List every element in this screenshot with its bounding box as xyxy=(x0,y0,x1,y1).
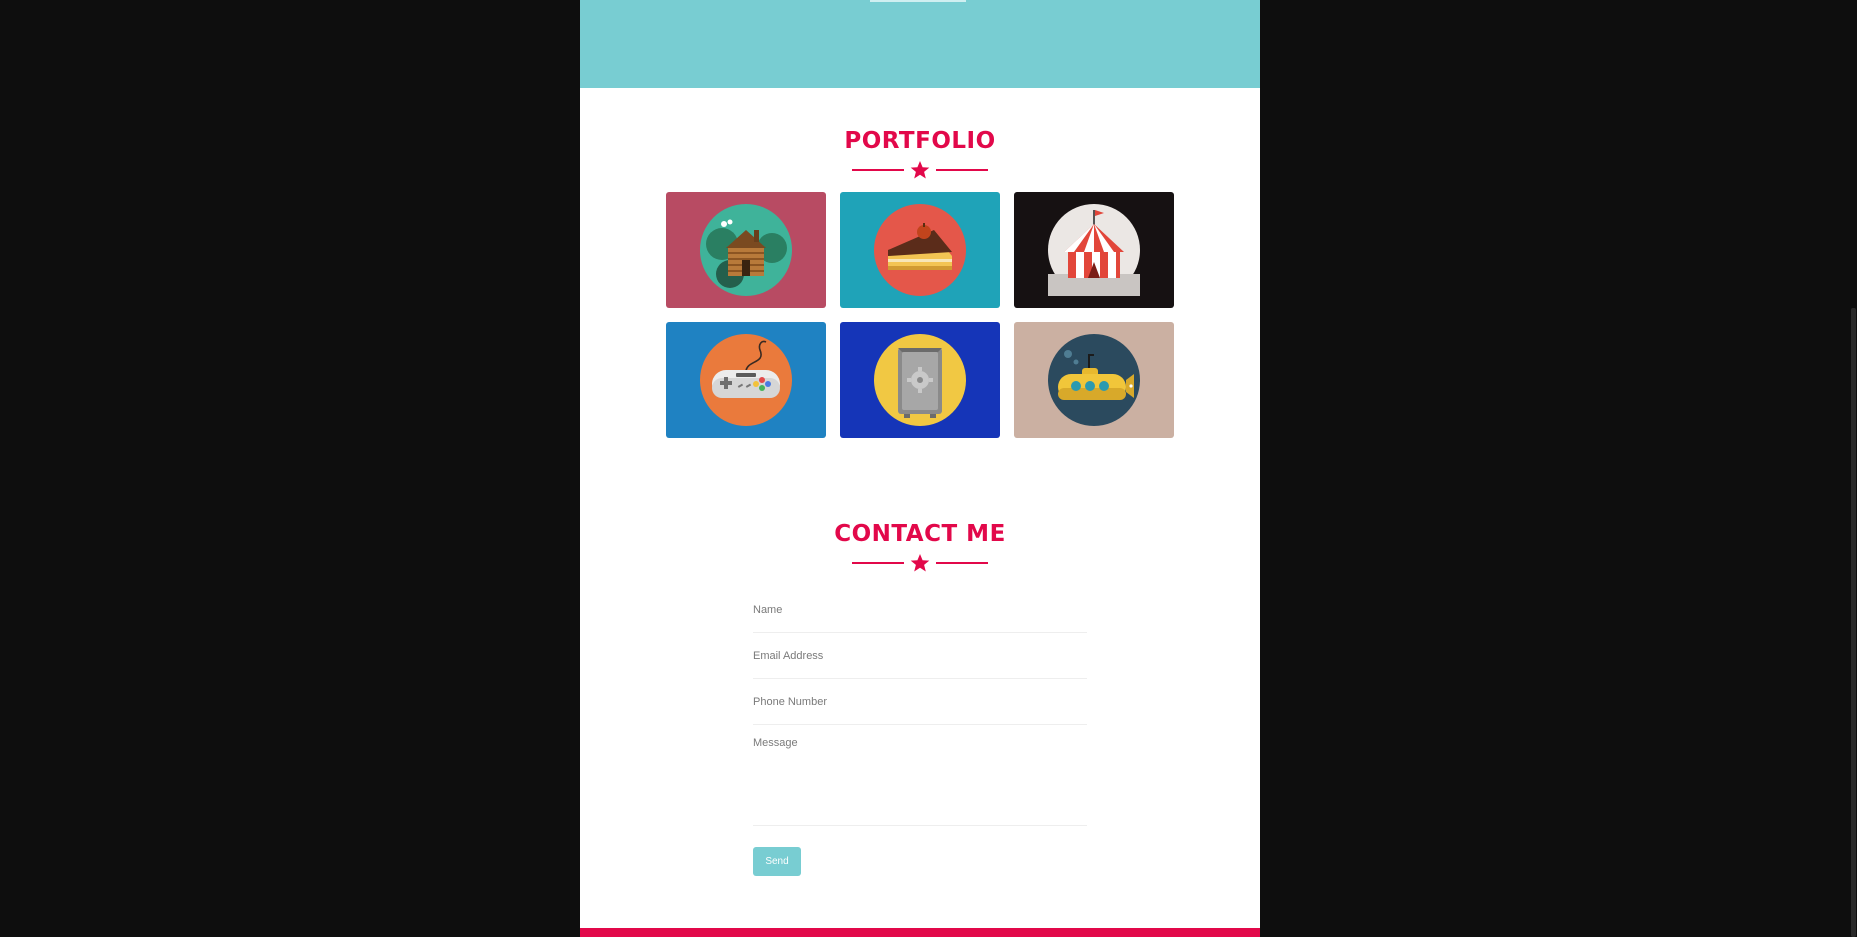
email-field[interactable] xyxy=(753,634,1087,679)
name-field[interactable] xyxy=(753,588,1087,633)
portfolio-item-controller[interactable] xyxy=(666,322,826,438)
hero-banner xyxy=(580,0,1260,88)
message-field[interactable] xyxy=(753,724,1087,826)
safe-icon xyxy=(874,334,966,426)
page: PORTFOLIO CONTACT ME Name Email Address … xyxy=(580,0,1260,937)
cake-slice-icon xyxy=(874,204,966,296)
portfolio-item-cabin[interactable] xyxy=(666,192,826,308)
divider-line-right xyxy=(936,169,988,171)
star-icon xyxy=(910,554,930,572)
phone-field[interactable] xyxy=(753,680,1087,725)
log-cabin-icon xyxy=(700,204,792,296)
submarine-icon xyxy=(1048,334,1140,426)
send-button[interactable]: Send xyxy=(753,847,801,876)
portfolio-title: PORTFOLIO xyxy=(844,128,996,154)
portfolio-item-submarine[interactable] xyxy=(1014,322,1174,438)
circus-tent-icon xyxy=(1048,204,1140,296)
hero-underline xyxy=(870,0,966,2)
game-controller-icon xyxy=(700,334,792,426)
star-icon xyxy=(910,161,930,179)
portfolio-item-cake[interactable] xyxy=(840,192,1000,308)
portfolio-divider xyxy=(852,160,988,180)
portfolio-item-circus[interactable] xyxy=(1014,192,1174,308)
portfolio-item-safe[interactable] xyxy=(840,322,1000,438)
scrollbar-thumb[interactable] xyxy=(1851,308,1856,937)
contact-divider xyxy=(852,553,988,573)
divider-line-left xyxy=(852,562,904,564)
divider-line-right xyxy=(936,562,988,564)
footer-bar xyxy=(580,928,1260,937)
divider-line-left xyxy=(852,169,904,171)
contact-title: CONTACT ME xyxy=(834,521,1006,547)
